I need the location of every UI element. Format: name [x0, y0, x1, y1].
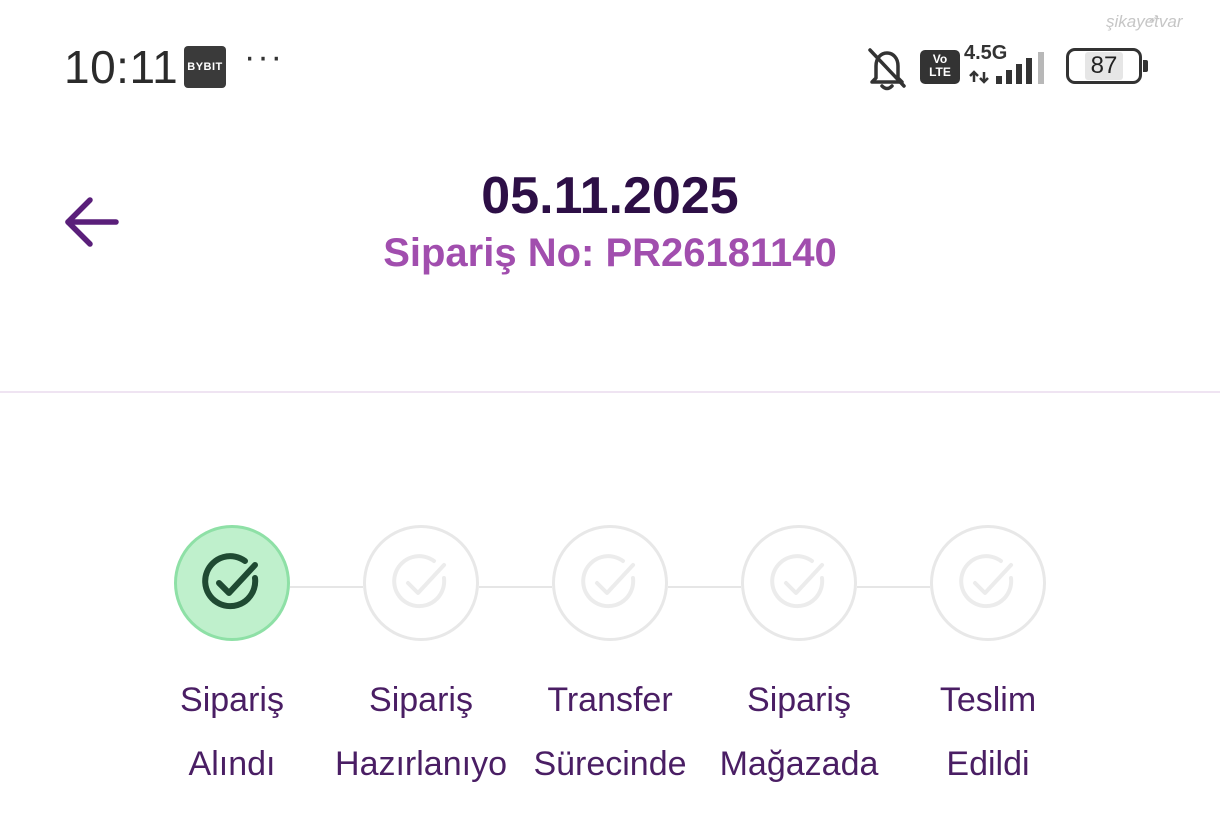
step-label-line1: Transfer — [547, 681, 673, 719]
check-circle-icon — [770, 554, 825, 609]
step-connector — [668, 586, 741, 588]
step-label-4: Sipariş Mağazada — [699, 668, 899, 796]
bell-off-icon — [868, 48, 906, 91]
more-notifications-icon: ··· — [244, 38, 284, 76]
step-label-line1: Sipariş — [369, 681, 473, 719]
check-circle-icon — [202, 553, 259, 610]
watermark: şikayetvar — [1106, 12, 1183, 31]
step-label-2: Sipariş Hazırlanıyo — [321, 668, 521, 796]
step-label-line2: Alındı — [188, 745, 276, 783]
check-circle-icon — [392, 554, 447, 609]
bybit-app-icon: BYBIT — [184, 46, 226, 88]
step-label-line1: Teslim — [939, 681, 1037, 719]
step-circle-2 — [363, 525, 479, 641]
step-circle-4 — [741, 525, 857, 641]
step-label-line2: Mağazada — [719, 745, 879, 783]
battery-indicator: 87 — [1066, 48, 1142, 84]
check-circle-icon — [959, 554, 1014, 609]
step-label-line1: Sipariş — [180, 681, 284, 719]
volte-bottom: LTE — [929, 65, 951, 79]
order-date: 05.11.2025 — [481, 167, 739, 225]
step-label-5: Teslim Edildi — [888, 668, 1088, 796]
battery-tip — [1143, 60, 1148, 72]
signal-icon — [969, 52, 1044, 84]
volte-icon: Vo LTE — [920, 50, 960, 84]
step-connector — [479, 586, 552, 588]
step-label-line2: Sürecinde — [533, 745, 687, 783]
step-label-line1: Sipariş — [747, 681, 851, 719]
step-connector — [857, 586, 930, 588]
battery-level: 87 — [1084, 52, 1124, 80]
step-circle-3 — [552, 525, 668, 641]
header-divider — [0, 391, 1220, 393]
step-label-3: Transfer Sürecinde — [510, 668, 710, 796]
check-circle-icon — [581, 554, 636, 609]
step-label-line2: Hazırlanıyo — [335, 745, 507, 783]
order-number: Sipariş No: PR26181140 — [383, 231, 837, 275]
step-label-line2: Edildi — [946, 745, 1030, 783]
step-label-1: Sipariş Alındı — [132, 668, 332, 796]
step-connector — [290, 586, 363, 588]
status-time: 10:11 — [64, 41, 179, 93]
step-circle-1 — [174, 525, 290, 641]
step-circle-5 — [930, 525, 1046, 641]
